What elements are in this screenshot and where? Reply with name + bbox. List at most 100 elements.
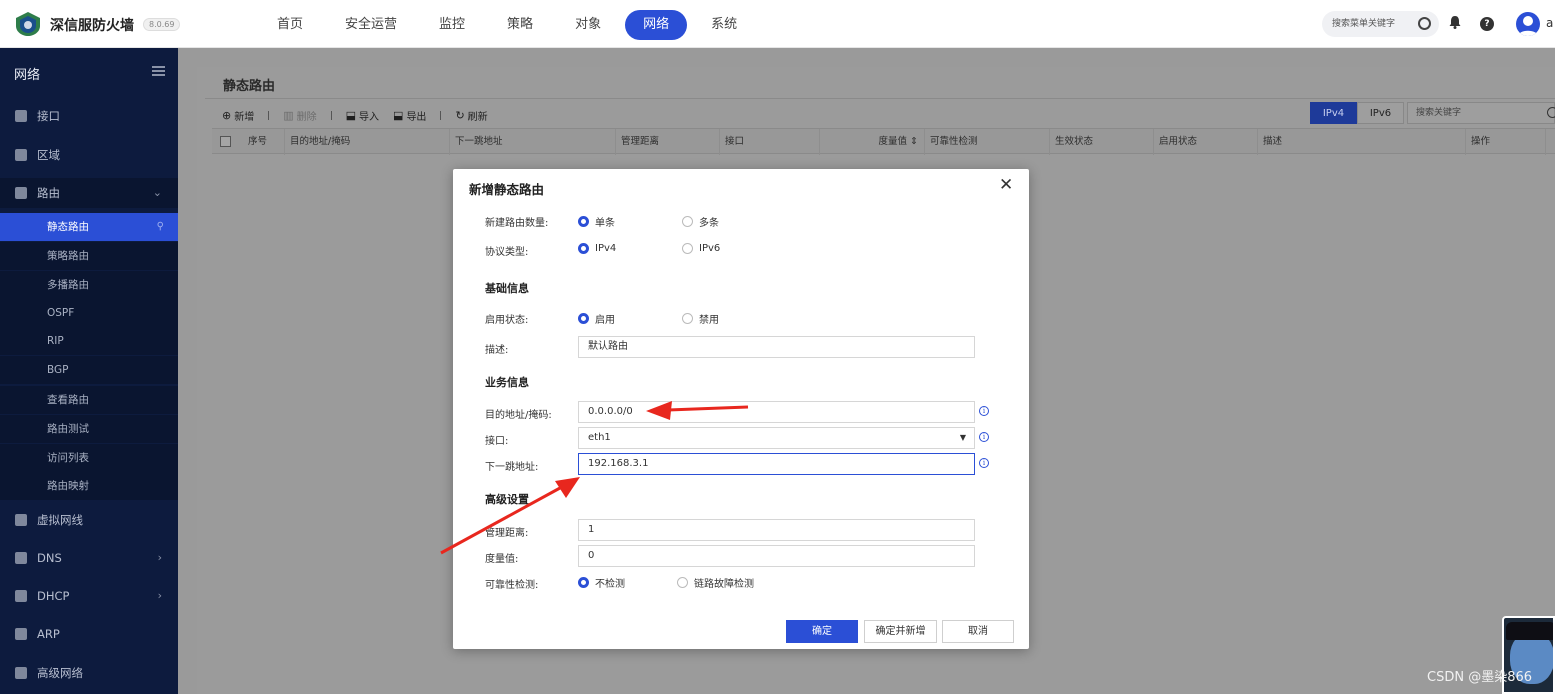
sidebar-item-dns[interactable]: DNS ›	[0, 543, 178, 573]
nav-policy[interactable]: 策略	[489, 10, 551, 40]
column-header[interactable]: 生效状态	[1050, 129, 1154, 155]
column-header[interactable]: 可靠性检测	[925, 129, 1050, 155]
nav-security-ops[interactable]: 安全运营	[327, 10, 415, 40]
metric-input[interactable]: 0	[578, 545, 975, 567]
sidebar-item-dhcp[interactable]: DHCP ›	[0, 581, 178, 611]
import-button[interactable]: ⬓ 导入	[346, 108, 379, 123]
sidebar-sub-bgp[interactable]: BGP	[0, 356, 178, 384]
route-count-label: 新建路由数量:	[485, 218, 549, 229]
export-icon: ⬓	[393, 108, 404, 122]
select-all-checkbox[interactable]	[220, 136, 231, 147]
interface-icon	[15, 110, 27, 122]
column-header[interactable]: 管理距离	[616, 129, 720, 155]
nav-home[interactable]: 首页	[259, 10, 321, 40]
sidebar-item-advanced-network[interactable]: 高级网络	[0, 658, 178, 688]
avatar[interactable]	[1516, 12, 1540, 36]
pin-icon[interactable]: ⚲	[157, 213, 164, 241]
sidebar-item-zone[interactable]: 区域	[0, 140, 178, 170]
description-label: 描述:	[485, 345, 509, 356]
sidebar-item-label: 区域	[37, 148, 60, 162]
column-header[interactable]: 下一跳地址	[450, 129, 616, 155]
delete-button[interactable]: ▥ 删除	[283, 108, 316, 123]
description-input[interactable]: 默认路由	[578, 336, 975, 358]
sidebar-item-routing[interactable]: 路由 ⌄	[0, 178, 178, 208]
menu-collapse-icon[interactable]	[152, 66, 165, 76]
sidebar-item-interface[interactable]: 接口	[0, 101, 178, 131]
detect-none-radio[interactable]: 不检测	[578, 575, 625, 590]
sidebar-item-label: ARP	[37, 627, 60, 641]
interface-select-value: eth1	[588, 432, 611, 443]
search-icon[interactable]	[1418, 17, 1431, 30]
sidebar-item-virtual-wire[interactable]: 虚拟网线	[0, 505, 178, 535]
column-header: 序号	[243, 129, 285, 155]
help-icon[interactable]: ?	[1480, 17, 1494, 31]
sidebar-item-label: DNS	[37, 551, 62, 565]
sidebar-sub-policy-route[interactable]: 策略路由	[0, 242, 178, 270]
column-header[interactable]: 描述	[1258, 129, 1466, 155]
cancel-button[interactable]: 取消	[942, 620, 1014, 643]
divider	[330, 110, 332, 120]
column-header[interactable]: 启用状态	[1154, 129, 1258, 155]
column-header[interactable]: 目的地址/掩码	[285, 129, 450, 155]
enable-on-radio[interactable]: 启用	[578, 311, 615, 326]
enable-off-radio[interactable]: 禁用	[682, 311, 719, 326]
sidebar-title: 网络	[14, 68, 41, 83]
info-icon[interactable]: i	[979, 458, 989, 468]
close-icon[interactable]: ✕	[999, 176, 1013, 194]
confirm-button[interactable]: 确定	[786, 620, 858, 643]
column-header-label: 度量值	[878, 136, 907, 147]
sidebar-sub-route-map[interactable]: 路由映射	[0, 472, 178, 500]
sidebar-sub-route-test[interactable]: 路由测试	[0, 415, 178, 443]
username[interactable]: a	[1546, 16, 1553, 30]
sidebar-sub-rip[interactable]: RIP	[0, 327, 178, 355]
reliability-detection-label: 可靠性检测:	[485, 580, 539, 591]
add-button[interactable]: ⊕ 新增	[222, 108, 254, 123]
radio-checked-icon	[578, 577, 589, 588]
radio-label: 多条	[699, 218, 719, 229]
sidebar-sub-ospf[interactable]: OSPF	[0, 299, 178, 327]
radio-unchecked-icon	[682, 313, 693, 324]
radio-label: 禁用	[699, 315, 719, 326]
route-count-multi-radio[interactable]: 多条	[682, 214, 719, 229]
protocol-ipv6-radio[interactable]: IPv6	[682, 243, 720, 254]
sidebar-sub-access-list[interactable]: 访问列表	[0, 444, 178, 472]
sidebar-sub-view-route[interactable]: 查看路由	[0, 386, 178, 414]
search-icon[interactable]	[1547, 107, 1555, 118]
bell-icon[interactable]	[1449, 15, 1461, 29]
nav-monitor[interactable]: 监控	[421, 10, 483, 40]
detect-link-failure-radio[interactable]: 链路故障检测	[677, 575, 754, 590]
column-header[interactable]: 接口	[720, 129, 820, 155]
avatar-hat	[1506, 622, 1553, 640]
sidebar-sub-multicast-route[interactable]: 多播路由	[0, 271, 178, 299]
export-button[interactable]: ⬓ 导出	[393, 108, 426, 123]
info-icon[interactable]: i	[979, 406, 989, 416]
sidebar-item-arp[interactable]: ARP	[0, 619, 178, 649]
table-search-input[interactable]: 搜索关键字	[1407, 102, 1555, 124]
menu-search-input[interactable]: 搜索菜单关键字	[1322, 11, 1439, 37]
radio-unchecked-icon	[682, 243, 693, 254]
chevron-right-icon: ›	[157, 551, 162, 564]
ip-version-tabs: IPv4 IPv6	[1310, 102, 1404, 124]
nav-objects[interactable]: 对象	[557, 10, 619, 40]
sort-icon[interactable]: ⇕	[910, 136, 918, 147]
refresh-button[interactable]: ↻ 刷新	[455, 108, 487, 123]
admin-distance-input[interactable]: 1	[578, 519, 975, 541]
refresh-icon: ↻	[455, 108, 465, 122]
tab-ipv6[interactable]: IPv6	[1357, 102, 1404, 124]
confirm-and-add-button[interactable]: 确定并新增	[864, 620, 937, 643]
interface-select[interactable]: eth1 ▼	[578, 427, 975, 449]
add-button-label: 新增	[234, 111, 255, 123]
dest-address-input[interactable]: 0.0.0.0/0	[578, 401, 975, 423]
column-header-metric[interactable]: 度量值 ⇕	[820, 129, 925, 155]
tab-ipv4[interactable]: IPv4	[1310, 102, 1357, 124]
divider	[440, 110, 442, 120]
route-count-single-radio[interactable]: 单条	[578, 214, 615, 229]
sidebar-sub-static-route[interactable]: 静态路由 ⚲	[0, 213, 178, 241]
nav-network[interactable]: 网络	[625, 10, 688, 40]
protocol-ipv4-radio[interactable]: IPv4	[578, 243, 616, 254]
info-icon[interactable]: i	[979, 432, 989, 442]
radio-checked-icon	[578, 216, 589, 227]
nav-system[interactable]: 系统	[693, 10, 755, 40]
chevron-right-icon: ›	[157, 589, 162, 602]
next-hop-input[interactable]: 192.168.3.1	[578, 453, 975, 475]
